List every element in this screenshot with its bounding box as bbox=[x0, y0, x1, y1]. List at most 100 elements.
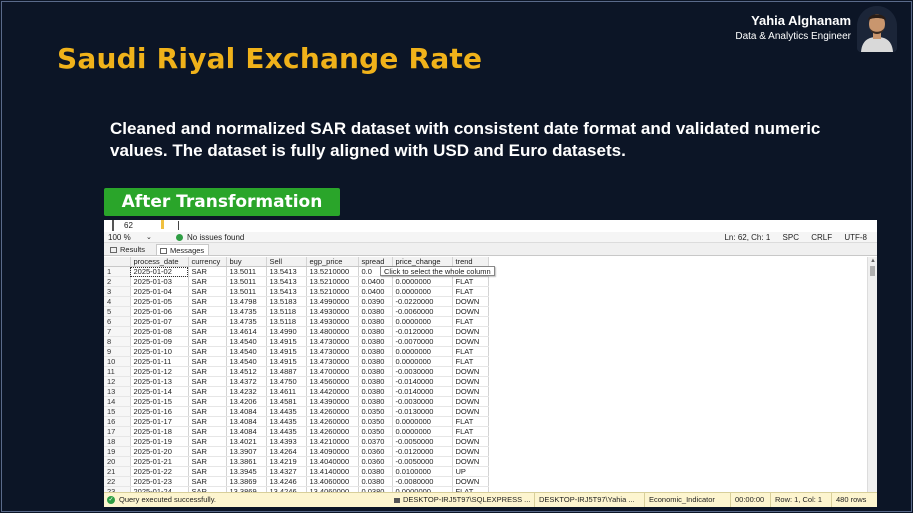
select-all-corner[interactable] bbox=[104, 257, 131, 268]
table-row[interactable]: 3 2025-01-04 SAR 13.5011 13.5413 13.5210000 0.… bbox=[104, 286, 489, 298]
scroll-thumb[interactable] bbox=[870, 266, 875, 276]
table-row[interactable]: 7 2025-01-08 SAR 13.4614 13.4990 13.4800000 0.… bbox=[104, 326, 489, 338]
table-row[interactable]: 19 2025-01-20 SAR 13.3907 13.4264 13.4090000 0… bbox=[104, 446, 489, 458]
table-cell[interactable]: -0.0070000 bbox=[392, 336, 453, 348]
table-cell[interactable]: SAR bbox=[188, 286, 227, 298]
table-cell[interactable]: 2025-01-21 bbox=[130, 456, 189, 468]
encoding[interactable]: UTF-8 bbox=[844, 233, 867, 242]
table-cell[interactable]: -0.0140000 bbox=[392, 376, 453, 388]
scroll-up-icon[interactable]: ▲ bbox=[870, 258, 876, 264]
table-cell[interactable]: SAR bbox=[188, 446, 227, 458]
table-cell[interactable]: DOWN bbox=[452, 376, 489, 388]
table-cell[interactable]: 13.5011 bbox=[226, 276, 267, 288]
table-cell[interactable]: 2025-01-03 bbox=[130, 276, 189, 288]
table-cell[interactable]: 0.0380 bbox=[358, 476, 393, 488]
row-number[interactable]: 17 bbox=[104, 426, 131, 438]
table-cell[interactable]: SAR bbox=[188, 366, 227, 378]
table-cell[interactable]: 13.4090000 bbox=[306, 446, 359, 458]
table-cell[interactable]: 0.0360 bbox=[358, 446, 393, 458]
table-cell[interactable]: 0.0350 bbox=[358, 406, 393, 418]
column-header[interactable]: egp_price bbox=[306, 257, 359, 268]
table-cell[interactable]: DOWN bbox=[452, 386, 489, 398]
table-cell[interactable]: 0.0380 bbox=[358, 466, 393, 478]
table-row[interactable]: 11 2025-01-12 SAR 13.4512 13.4887 13.4700000 0… bbox=[104, 366, 489, 378]
table-cell[interactable]: 13.4735 bbox=[226, 316, 267, 328]
table-cell[interactable]: 13.4435 bbox=[266, 406, 307, 418]
table-cell[interactable]: 13.4084 bbox=[226, 416, 267, 428]
table-cell[interactable]: 0.0350 bbox=[358, 416, 393, 428]
table-cell[interactable]: 13.4260000 bbox=[306, 406, 359, 418]
table-cell[interactable]: -0.0130000 bbox=[392, 406, 453, 418]
table-cell[interactable]: SAR bbox=[188, 376, 227, 388]
table-row[interactable]: 5 2025-01-06 SAR 13.4735 13.5118 13.4930000 0.… bbox=[104, 306, 489, 318]
table-cell[interactable]: DOWN bbox=[452, 366, 489, 378]
table-cell[interactable]: 0.0380 bbox=[358, 326, 393, 338]
table-cell[interactable]: SAR bbox=[188, 346, 227, 358]
table-cell[interactable]: 2025-01-06 bbox=[130, 306, 189, 318]
table-cell[interactable]: 13.4614 bbox=[226, 326, 267, 338]
table-cell[interactable]: 2025-01-17 bbox=[130, 416, 189, 428]
table-cell[interactable]: FLAT bbox=[452, 276, 489, 288]
table-cell[interactable]: 13.5413 bbox=[266, 276, 307, 288]
table-cell[interactable]: 13.4930000 bbox=[306, 316, 359, 328]
table-row[interactable]: 8 2025-01-09 SAR 13.4540 13.4915 13.4730000 0.… bbox=[104, 336, 489, 348]
table-cell[interactable]: -0.0030000 bbox=[392, 396, 453, 408]
table-cell[interactable]: -0.0050000 bbox=[392, 436, 453, 448]
table-cell[interactable]: SAR bbox=[188, 336, 227, 348]
table-cell[interactable]: 0.0380 bbox=[358, 356, 393, 368]
row-number[interactable]: 3 bbox=[104, 286, 131, 298]
table-cell[interactable]: FLAT bbox=[452, 426, 489, 438]
table-cell[interactable]: 2025-01-12 bbox=[130, 366, 189, 378]
table-row[interactable]: 21 2025-01-22 SAR 13.3945 13.4327 13.4140000 0… bbox=[104, 466, 489, 478]
table-cell[interactable]: 13.4435 bbox=[266, 426, 307, 438]
row-number[interactable]: 21 bbox=[104, 466, 131, 478]
table-cell[interactable]: 2025-01-18 bbox=[130, 426, 189, 438]
table-cell[interactable]: -0.0140000 bbox=[392, 386, 453, 398]
table-cell[interactable]: 13.4264 bbox=[266, 446, 307, 458]
table-cell[interactable]: UP bbox=[452, 466, 489, 478]
table-cell[interactable]: DOWN bbox=[452, 326, 489, 338]
table-cell[interactable]: 2025-01-05 bbox=[130, 296, 189, 308]
table-cell[interactable]: SAR bbox=[188, 296, 227, 308]
row-number[interactable]: 15 bbox=[104, 406, 131, 418]
table-cell[interactable]: 0.0380 bbox=[358, 376, 393, 388]
table-row[interactable]: 16 2025-01-17 SAR 13.4084 13.4435 13.4260000 0… bbox=[104, 416, 489, 428]
table-cell[interactable]: 13.4800000 bbox=[306, 326, 359, 338]
table-cell[interactable]: 13.4735 bbox=[226, 306, 267, 318]
table-cell[interactable]: 13.4260000 bbox=[306, 426, 359, 438]
row-number[interactable]: 18 bbox=[104, 436, 131, 448]
table-cell[interactable]: DOWN bbox=[452, 396, 489, 408]
table-cell[interactable]: 13.4915 bbox=[266, 346, 307, 358]
table-row[interactable]: 2 2025-01-03 SAR 13.5011 13.5413 13.5210000 0.… bbox=[104, 276, 489, 288]
table-cell[interactable]: 13.4246 bbox=[266, 476, 307, 488]
table-cell[interactable]: 13.4219 bbox=[266, 456, 307, 468]
table-cell[interactable]: SAR bbox=[188, 416, 227, 428]
table-cell[interactable]: 2025-01-10 bbox=[130, 346, 189, 358]
table-cell[interactable]: 13.4210000 bbox=[306, 436, 359, 448]
row-number[interactable]: 22 bbox=[104, 476, 131, 488]
table-cell[interactable]: 2025-01-07 bbox=[130, 316, 189, 328]
table-cell[interactable]: 0.0390 bbox=[358, 296, 393, 308]
table-cell[interactable]: 13.4730000 bbox=[306, 356, 359, 368]
row-number[interactable]: 19 bbox=[104, 446, 131, 458]
tab-messages[interactable]: Messages bbox=[156, 244, 210, 255]
table-cell[interactable]: 13.4512 bbox=[226, 366, 267, 378]
table-cell[interactable]: 0.0400 bbox=[358, 286, 393, 298]
table-cell[interactable]: 13.4084 bbox=[226, 406, 267, 418]
table-cell[interactable]: 13.4390000 bbox=[306, 396, 359, 408]
table-cell[interactable]: 13.4930000 bbox=[306, 306, 359, 318]
tab-results[interactable]: Results bbox=[107, 244, 149, 255]
table-cell[interactable]: 13.5118 bbox=[266, 306, 307, 318]
table-cell[interactable]: -0.0120000 bbox=[392, 446, 453, 458]
table-cell[interactable]: -0.0030000 bbox=[392, 366, 453, 378]
table-row[interactable]: 9 2025-01-10 SAR 13.4540 13.4915 13.4730000 0.… bbox=[104, 346, 489, 358]
table-cell[interactable]: 2025-01-04 bbox=[130, 286, 189, 298]
table-cell[interactable]: 0.0350 bbox=[358, 426, 393, 438]
table-cell[interactable]: SAR bbox=[188, 406, 227, 418]
table-cell[interactable]: DOWN bbox=[452, 306, 489, 318]
table-cell[interactable]: 0.0000000 bbox=[392, 276, 453, 288]
row-number[interactable]: 6 bbox=[104, 316, 131, 328]
table-cell[interactable]: 2025-01-20 bbox=[130, 446, 189, 458]
table-cell[interactable]: 13.5210000 bbox=[306, 266, 359, 278]
table-cell[interactable]: 13.4327 bbox=[266, 466, 307, 478]
